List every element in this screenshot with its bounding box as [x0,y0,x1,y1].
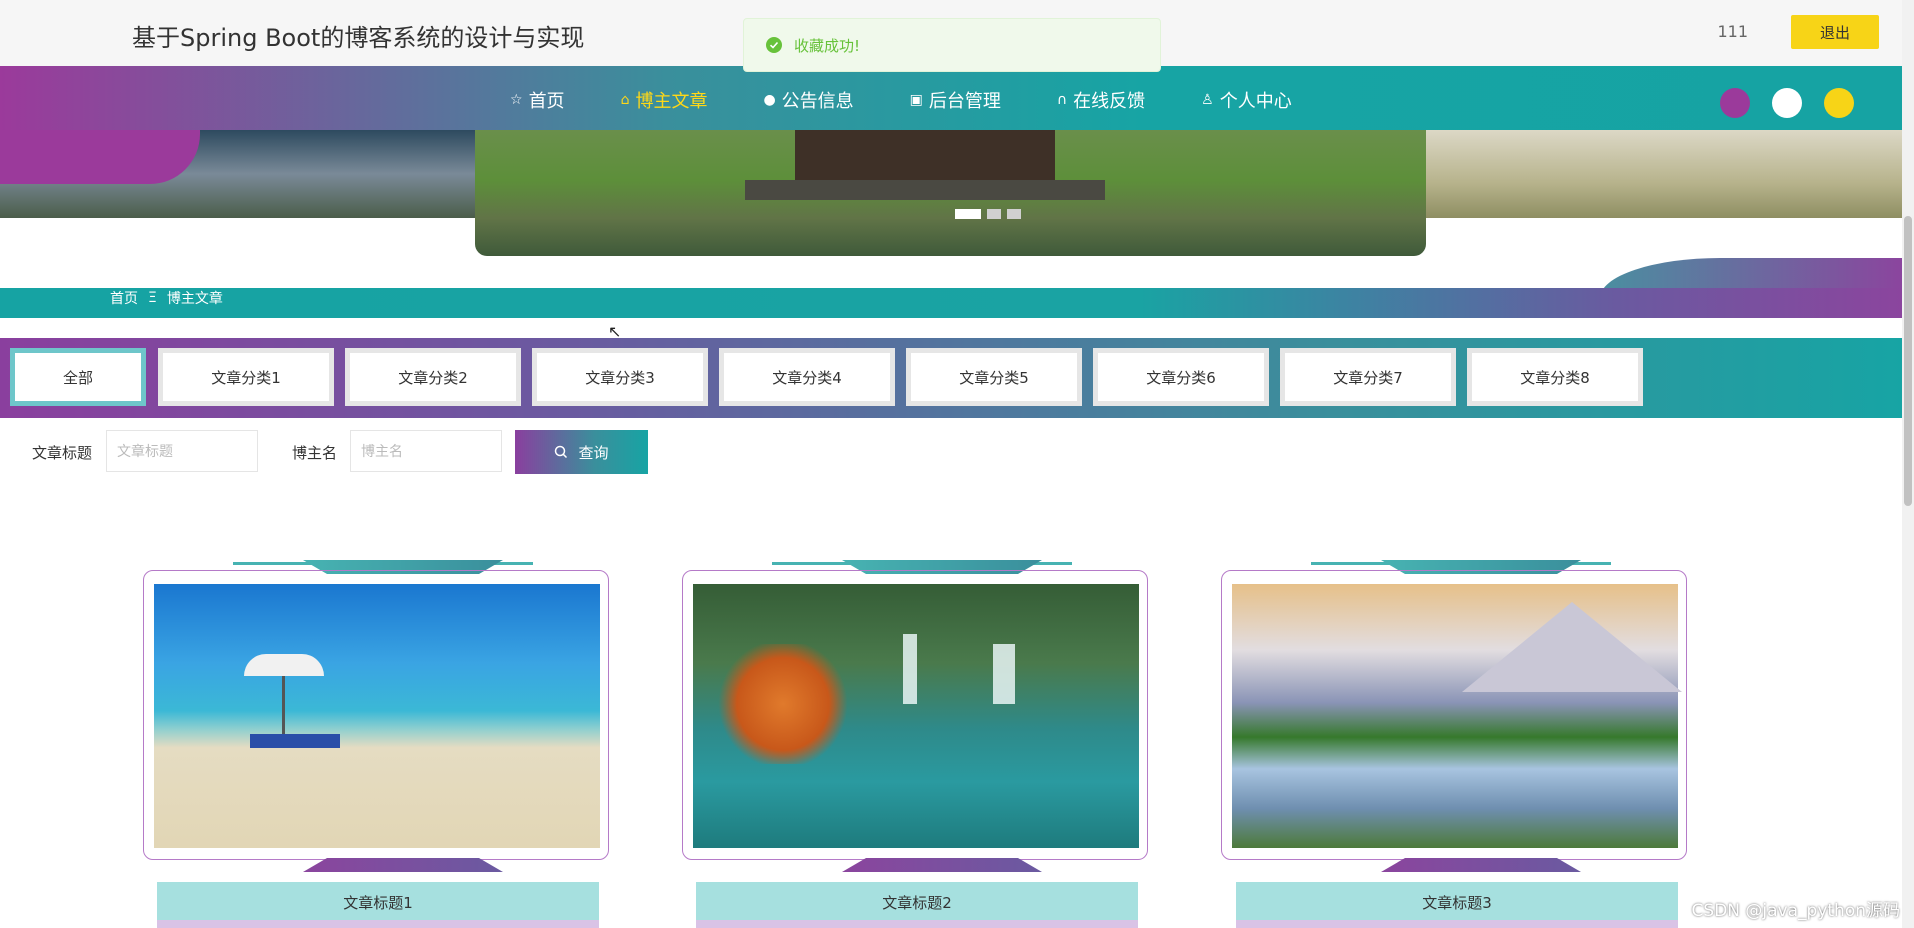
blogger-name-input[interactable]: 博主名 [350,430,502,472]
breadcrumb-bar [0,288,1902,318]
nav-item-profile[interactable]: ♙ 个人中心 [1201,87,1292,113]
article-title-input[interactable]: 文章标题 [106,430,258,472]
breadcrumb: 首页 Ξ 博主文章 [110,288,223,308]
query-button-label: 查询 [578,443,609,462]
lounger-shape [250,734,340,748]
logout-button[interactable]: 退出 [1791,15,1879,49]
scrollbar-thumb[interactable] [1904,216,1912,506]
category-all[interactable]: 全部 [10,348,146,406]
nav-item-label: 公告信息 [781,91,854,112]
card-title-decor [696,920,1138,928]
category-item[interactable]: 文章分类2 [345,348,521,406]
breadcrumb-separator: Ξ [148,290,157,306]
category-item[interactable]: 文章分类1 [158,348,334,406]
site-title: 基于Spring Boot的博客系统的设计与实现 [132,24,585,52]
article-image-waterfall[interactable] [693,584,1139,848]
box-icon: ▣ [909,92,923,108]
carousel-dot[interactable] [1007,209,1021,219]
card-decor [1381,858,1581,872]
article-title[interactable]: 文章标题1 [157,882,599,922]
blogger-name-label: 博主名 [292,444,338,462]
autumn-leaves-shape [713,644,853,764]
umbrella-pole [282,676,285,742]
nav-item-label: 个人中心 [1219,91,1292,112]
theme-dot-purple[interactable] [1720,88,1750,118]
nav-item-announcements[interactable]: ● 公告信息 [763,87,853,113]
nav-item-label: 后台管理 [928,91,1001,112]
article-title[interactable]: 文章标题2 [696,882,1138,922]
nav-item-admin[interactable]: ▣ 后台管理 [910,87,1001,113]
banner-side-image-right [1426,130,1902,218]
user-icon: ♙ [1201,92,1214,108]
article-card[interactable] [682,560,1150,872]
nav-item-feedback[interactable]: ∩ 在线反馈 [1057,87,1145,113]
banner-decor [0,130,200,184]
breadcrumb-home[interactable]: 首页 [110,288,138,308]
nav-item-blogger-articles[interactable]: ⌂ 博主文章 [621,87,708,113]
article-card[interactable] [143,560,611,872]
article-title-label: 文章标题 [32,444,93,462]
nav-item-home[interactable]: ☆ 首页 [510,87,565,113]
banner-carousel[interactable] [475,130,1426,256]
banner-image-pier [745,180,1105,200]
success-toast: 收藏成功! [743,18,1161,72]
nav-item-label: 博主文章 [635,91,708,112]
nav-item-label: 在线反馈 [1073,91,1146,112]
article-title[interactable]: 文章标题3 [1236,882,1678,922]
breadcrumb-current: 博主文章 [166,291,223,307]
category-label: 文章分类4 [724,353,890,401]
toast-message: 收藏成功! [794,36,861,55]
category-label: 文章分类5 [911,353,1077,401]
category-item[interactable]: 文章分类7 [1280,348,1456,406]
waterfall-shape [993,644,1015,704]
card-decor [842,858,1042,872]
carousel-dot[interactable] [955,209,981,219]
bag-icon: ⌂ [620,92,630,108]
category-label: 文章分类8 [1472,353,1638,401]
headset-icon: ∩ [1056,92,1068,108]
article-image-mountain[interactable] [1232,584,1682,848]
umbrella-shape [244,654,324,676]
carousel-pager [955,209,1021,219]
category-label: 文章分类2 [350,353,516,401]
category-item[interactable]: 文章分类4 [719,348,895,406]
search-icon [555,445,568,459]
username-label: 111 [1717,22,1748,41]
article-card[interactable] [1221,560,1689,872]
main-navbar: ☆ 首页 ⌂ 博主文章 ● 公告信息 ▣ 后台管理 ∩ 在线反馈 ♙ 个人中心 [0,66,1902,134]
theme-dot-white[interactable] [1772,88,1802,118]
card-title-decor [1236,920,1678,928]
waterfall-shape [903,634,917,704]
category-item[interactable]: 文章分类3 [532,348,708,406]
card-decor [303,858,503,872]
category-item[interactable]: 文章分类8 [1467,348,1643,406]
category-label: 全部 [15,353,141,401]
nav-item-label: 首页 [528,91,565,112]
category-label: 文章分类7 [1285,353,1451,401]
check-circle-icon [766,37,782,53]
info-icon: ● [763,92,776,108]
category-label: 文章分类3 [537,353,703,401]
category-label: 文章分类6 [1098,353,1264,401]
query-button[interactable]: 查询 [515,430,648,474]
theme-dot-yellow[interactable] [1824,88,1854,118]
star-icon: ☆ [510,92,523,108]
category-item[interactable]: 文章分类6 [1093,348,1269,406]
category-label: 文章分类1 [163,353,329,401]
article-image-beach[interactable] [154,584,600,848]
watermark: CSDN @java_python源码 [1691,901,1900,921]
card-title-decor [157,920,599,928]
category-item[interactable]: 文章分类5 [906,348,1082,406]
nav-items: ☆ 首页 ⌂ 博主文章 ● 公告信息 ▣ 后台管理 ∩ 在线反馈 ♙ 个人中心 [510,66,1348,134]
mountain-shape [1462,602,1682,692]
carousel-dot[interactable] [987,209,1001,219]
